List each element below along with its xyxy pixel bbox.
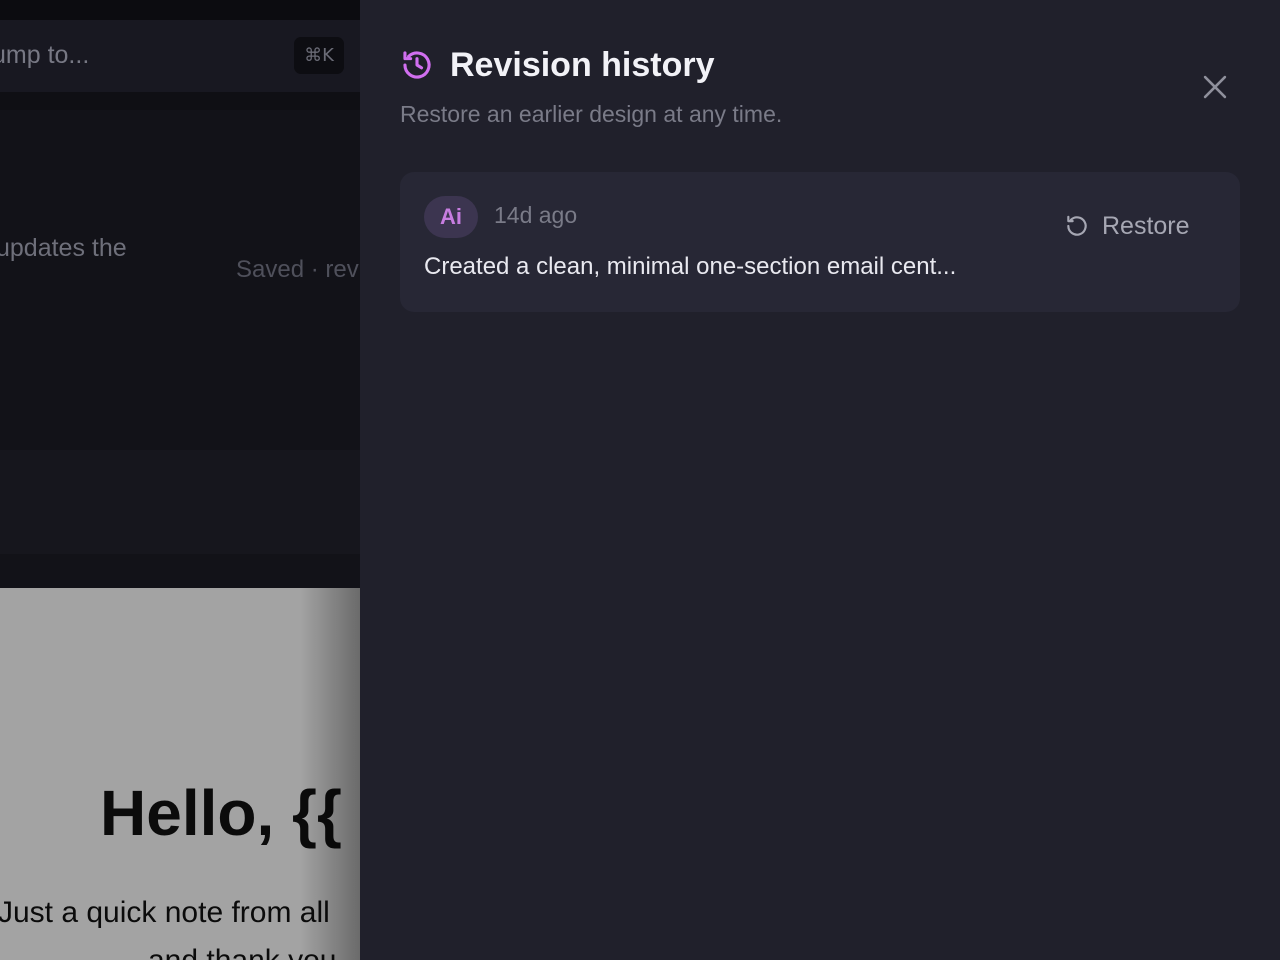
- drawer-subtitle: Restore an earlier design at any time.: [400, 101, 783, 127]
- toolbar-strip: [0, 450, 360, 554]
- drawer-title: Revision history: [450, 46, 715, 84]
- save-status: Saved · rev: [236, 256, 359, 283]
- drawer-header: Revision history Restore an earlier desi…: [400, 46, 1240, 136]
- revision-item: Ai 14d ago Created a clean, minimal one-…: [400, 172, 1240, 312]
- author-badge: Ai: [424, 196, 478, 238]
- editor-panel: updates the Saved · rev: [0, 110, 360, 450]
- history-icon: [400, 48, 434, 82]
- close-icon: [1203, 75, 1227, 99]
- canvas-gutter: [0, 554, 360, 588]
- restore-label: Restore: [1102, 212, 1190, 240]
- email-body-line: Just a quick note from all: [0, 896, 330, 929]
- revision-description: Created a clean, minimal one-section ema…: [424, 253, 957, 280]
- restore-button[interactable]: Restore: [1060, 206, 1210, 246]
- drawer-shadow: [300, 588, 360, 960]
- shortcut-badge: ⌘K: [294, 37, 344, 74]
- revision-history-drawer: Revision history Restore an earlier desi…: [360, 0, 1280, 960]
- restore-icon: [1064, 213, 1090, 239]
- background-app: ump to... ⌘K updates the Saved · rev Hel…: [0, 0, 360, 960]
- email-preview: Hello, {{ Just a quick note from all and…: [0, 588, 360, 960]
- jump-to-search: ump to... ⌘K: [0, 20, 360, 92]
- editor-text: updates the: [0, 234, 127, 262]
- top-bar: [0, 0, 360, 20]
- revision-timestamp: 14d ago: [494, 202, 578, 228]
- close-button[interactable]: [1198, 70, 1232, 104]
- search-placeholder: ump to...: [0, 41, 90, 69]
